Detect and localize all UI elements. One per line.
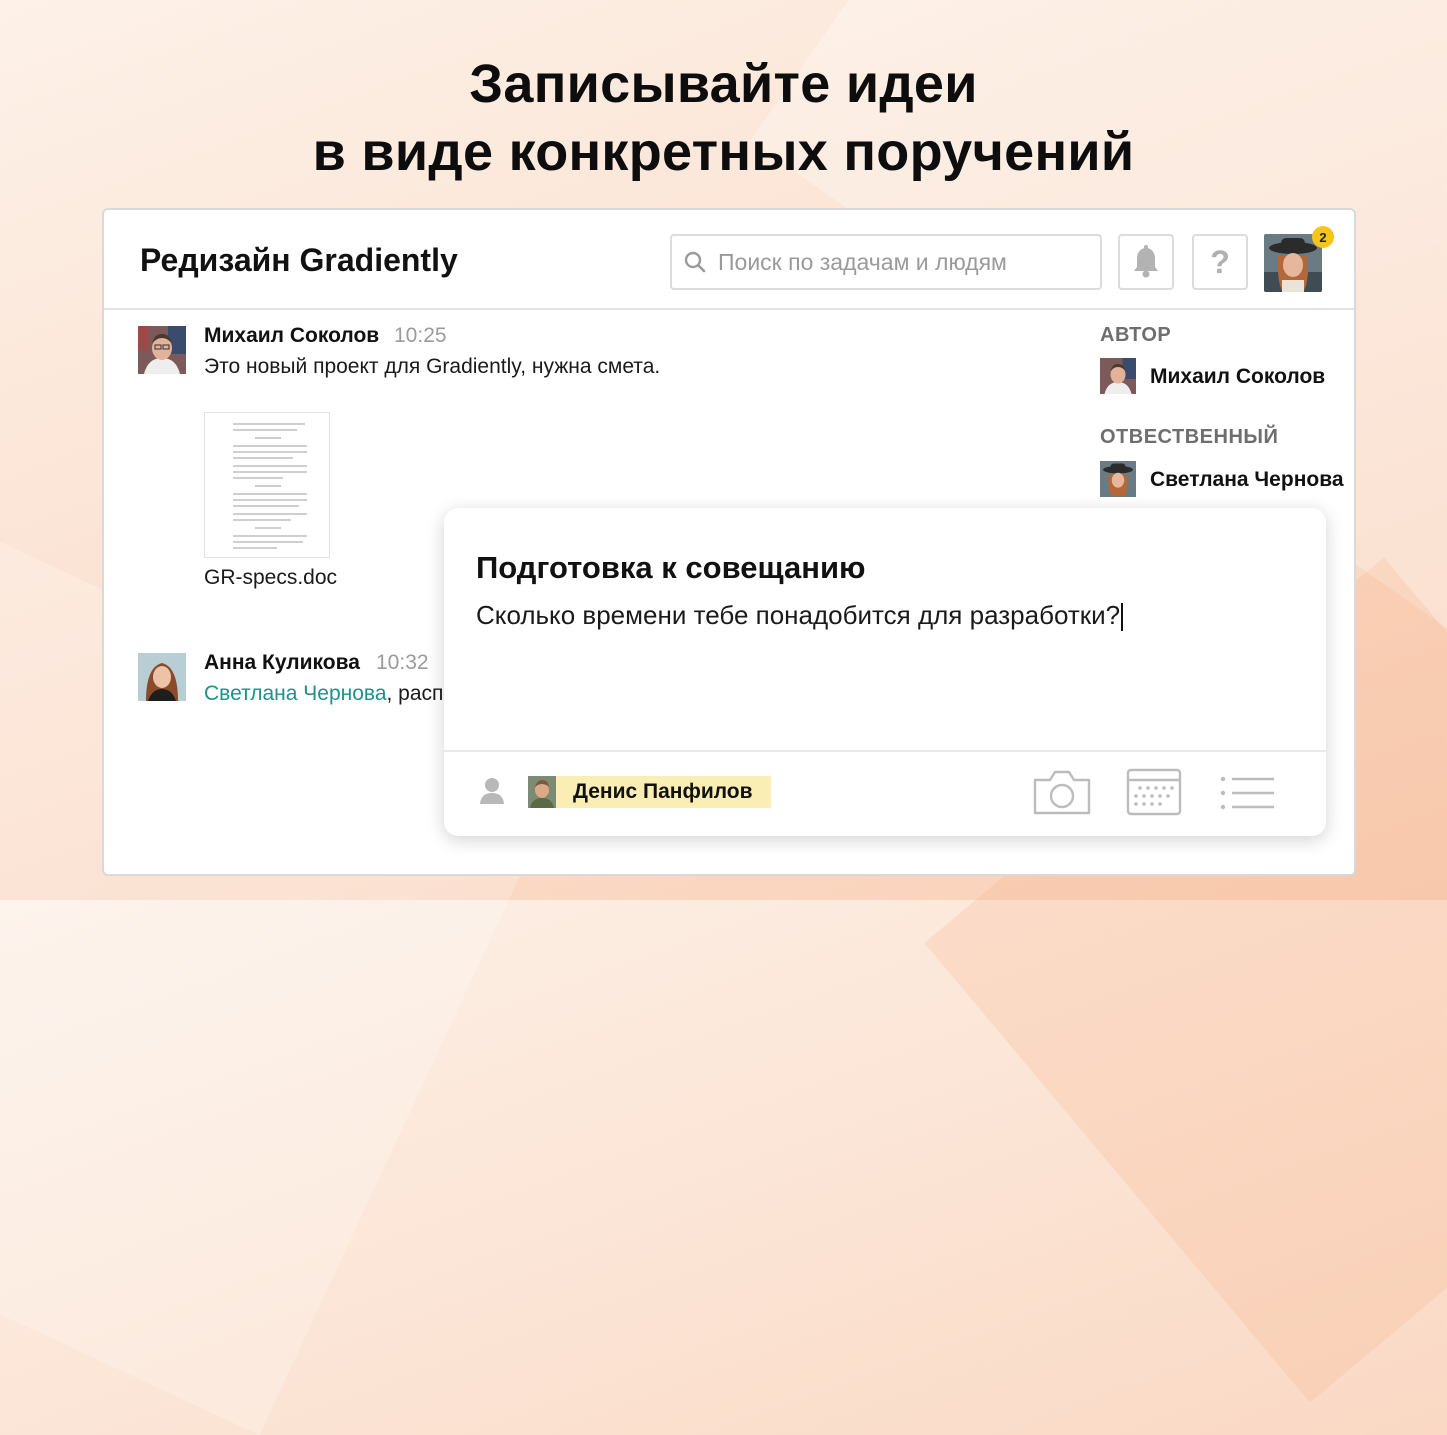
assignee-name[interactable]: Светлана Чернова bbox=[1150, 468, 1344, 492]
project-title: Редизайн Gradiently bbox=[140, 242, 458, 278]
message-text-rest: , расп bbox=[386, 682, 444, 705]
message-text: Это новый проект для Gradiently, нужна с… bbox=[204, 355, 661, 378]
person-icon[interactable] bbox=[478, 776, 506, 806]
task-description: Сколько времени тебе понадобится для раз… bbox=[476, 600, 1121, 630]
calendar-icon[interactable] bbox=[1126, 768, 1182, 816]
camera-icon[interactable] bbox=[1032, 768, 1092, 816]
message-author[interactable]: Михаил Соколов bbox=[204, 324, 379, 348]
author-name[interactable]: Михаил Соколов bbox=[1150, 365, 1325, 389]
attachment-filename[interactable]: GR-specs.doc bbox=[204, 566, 337, 590]
attachment-thumbnail[interactable] bbox=[204, 412, 330, 558]
author-label: АВТОР bbox=[1100, 324, 1172, 346]
list-icon[interactable] bbox=[1220, 776, 1276, 810]
assignee-chip-name: Денис Панфилов bbox=[573, 780, 753, 803]
bell-icon bbox=[1134, 245, 1158, 278]
notifications-button[interactable] bbox=[1118, 234, 1174, 290]
assignee-chip[interactable]: Денис Панфилов bbox=[528, 776, 771, 808]
search-icon bbox=[684, 251, 706, 273]
avatar[interactable] bbox=[1100, 461, 1136, 497]
search-input[interactable] bbox=[716, 247, 1090, 277]
task-popup: Подготовка к совещанию Сколько времени т… bbox=[444, 508, 1326, 836]
mention-link[interactable]: Светлана Чернова bbox=[204, 682, 387, 705]
message-text: Светлана Чернова, расп bbox=[204, 682, 444, 706]
promo-headline: Записывайте идеи в виде конкретных поруч… bbox=[0, 50, 1447, 186]
search-box[interactable] bbox=[670, 234, 1102, 290]
message-time: 10:32 bbox=[376, 651, 429, 674]
message-time: 10:25 bbox=[394, 324, 447, 347]
notification-badge: 2 bbox=[1312, 226, 1334, 248]
avatar[interactable] bbox=[138, 326, 186, 374]
task-title[interactable]: Подготовка к совещанию bbox=[476, 550, 866, 586]
help-icon: ? bbox=[1210, 243, 1230, 280]
headline-line-1: Записывайте идеи bbox=[469, 54, 978, 114]
assignee-label: ОТВЕСТВЕННЫЙ bbox=[1100, 426, 1279, 448]
avatar[interactable] bbox=[1100, 358, 1136, 394]
task-description-input[interactable]: Сколько времени тебе понадобится для раз… bbox=[476, 600, 1124, 632]
message-author[interactable]: Анна Куликова bbox=[204, 651, 360, 675]
avatar[interactable] bbox=[138, 653, 186, 701]
avatar bbox=[528, 776, 556, 808]
window-header: Редизайн Gradiently ? bbox=[104, 210, 1354, 310]
task-toolbar: Денис Панфилов bbox=[444, 750, 1326, 836]
help-button[interactable]: ? bbox=[1192, 234, 1248, 290]
text-cursor bbox=[1121, 603, 1124, 632]
headline-line-2: в виде конкретных поручений bbox=[312, 122, 1135, 182]
